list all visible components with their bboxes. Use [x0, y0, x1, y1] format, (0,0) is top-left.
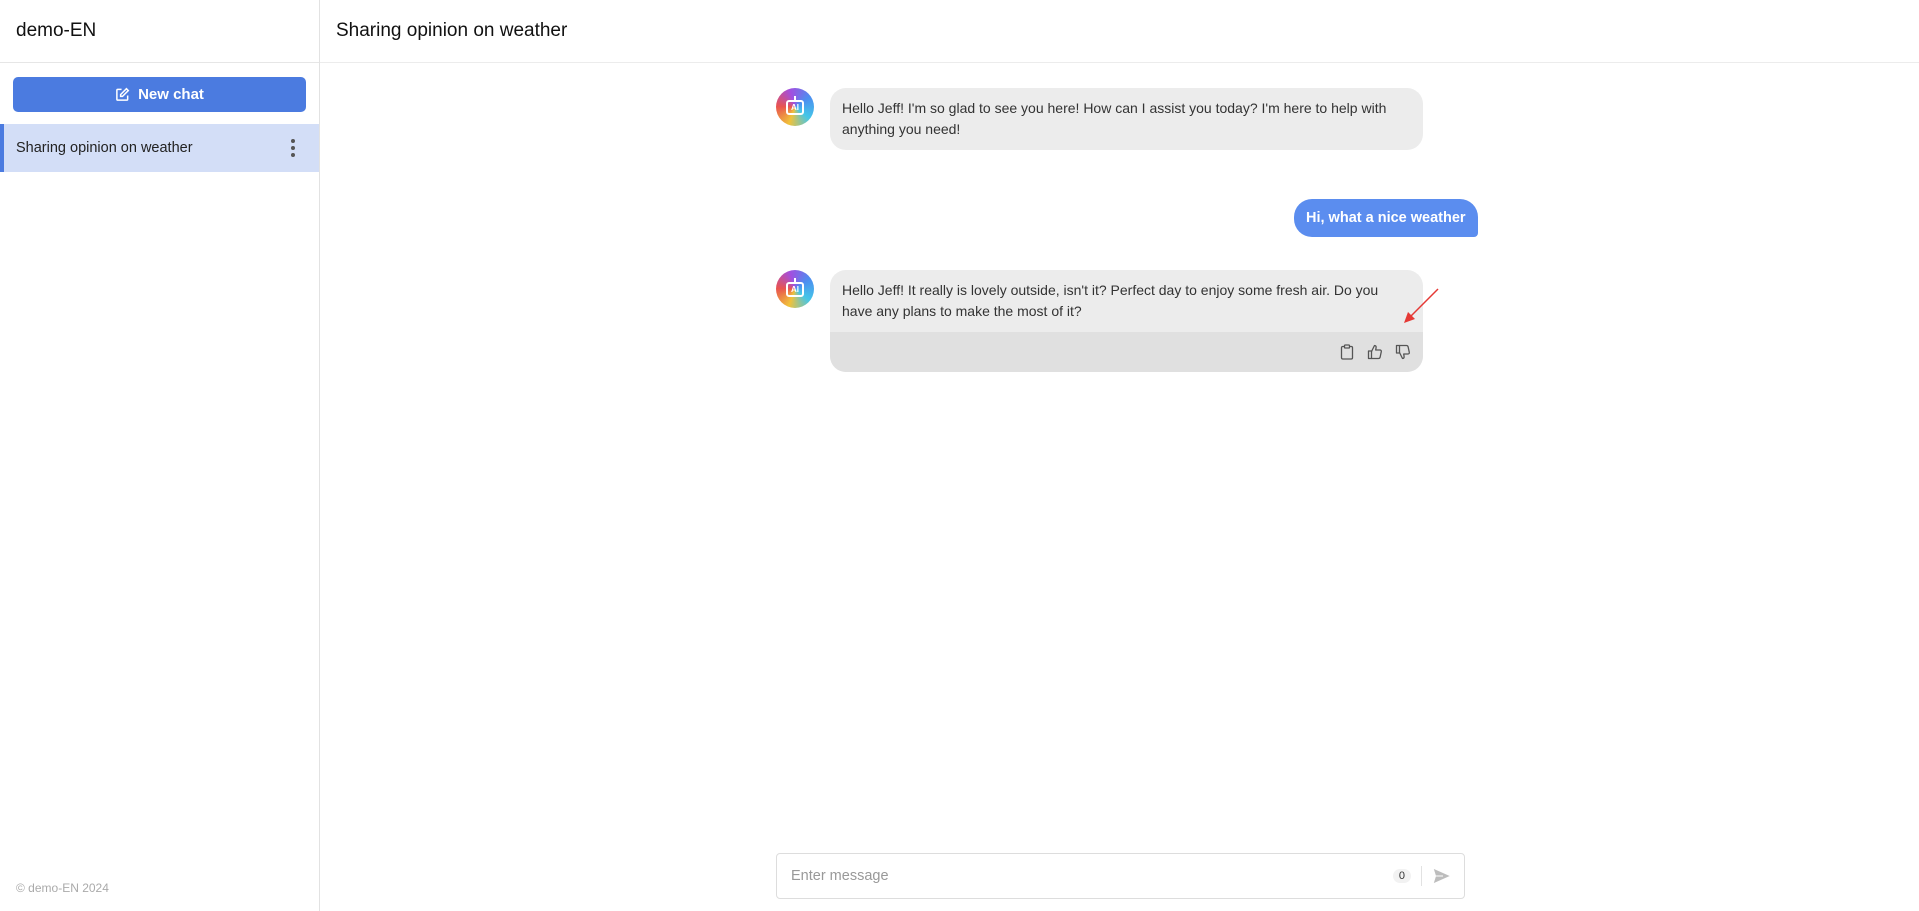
annotation-arrow-icon — [1404, 288, 1439, 323]
sidebar-header: demo-EN — [0, 0, 319, 63]
chat-item-label: Sharing opinion on weather — [16, 140, 193, 156]
sidebar: demo-EN New chat Sharing opinion on weat… — [0, 0, 320, 911]
char-counter: 0 — [1392, 869, 1411, 883]
footer-copyright: © demo-EN 2024 — [16, 881, 109, 895]
thumbs-up-icon[interactable] — [1365, 342, 1385, 362]
assistant-message: AI Hello Jeff! It really is lovely outsi… — [776, 270, 1423, 372]
message-actions — [830, 332, 1423, 372]
more-options-icon[interactable] — [287, 135, 299, 161]
message-input[interactable] — [791, 868, 1393, 884]
input-divider — [1421, 866, 1422, 886]
assistant-message-text: Hello Jeff! I'm so glad to see you here!… — [842, 100, 1387, 137]
message-list: AI Hello Jeff! I'm so glad to see you he… — [320, 63, 1919, 911]
ai-avatar-icon: AI — [776, 88, 814, 126]
thumbs-down-icon[interactable] — [1393, 342, 1413, 362]
new-chat-button[interactable]: New chat — [13, 77, 306, 112]
send-icon[interactable] — [1432, 867, 1452, 885]
main-panel: Sharing opinion on weather AI Hello Jeff… — [320, 0, 1919, 911]
user-message: Hi, what a nice weather — [1294, 199, 1478, 237]
new-chat-label: New chat — [138, 86, 204, 103]
app-title: demo-EN — [16, 20, 97, 41]
ai-avatar-icon: AI — [776, 270, 814, 308]
edit-icon — [115, 87, 130, 102]
page-title: Sharing opinion on weather — [336, 20, 568, 41]
message-input-bar: 0 — [776, 853, 1465, 899]
main-header: Sharing opinion on weather — [320, 0, 1919, 63]
new-chat-wrap: New chat — [0, 63, 319, 124]
chat-list-item[interactable]: Sharing opinion on weather — [0, 124, 319, 172]
assistant-bubble: Hello Jeff! It really is lovely outside,… — [830, 270, 1423, 372]
assistant-message-text: Hello Jeff! It really is lovely outside,… — [842, 282, 1379, 319]
assistant-message: AI Hello Jeff! I'm so glad to see you he… — [776, 88, 1423, 150]
app-root: demo-EN New chat Sharing opinion on weat… — [0, 0, 1919, 911]
clipboard-icon[interactable] — [1337, 342, 1357, 362]
assistant-bubble: Hello Jeff! I'm so glad to see you here!… — [830, 88, 1423, 150]
